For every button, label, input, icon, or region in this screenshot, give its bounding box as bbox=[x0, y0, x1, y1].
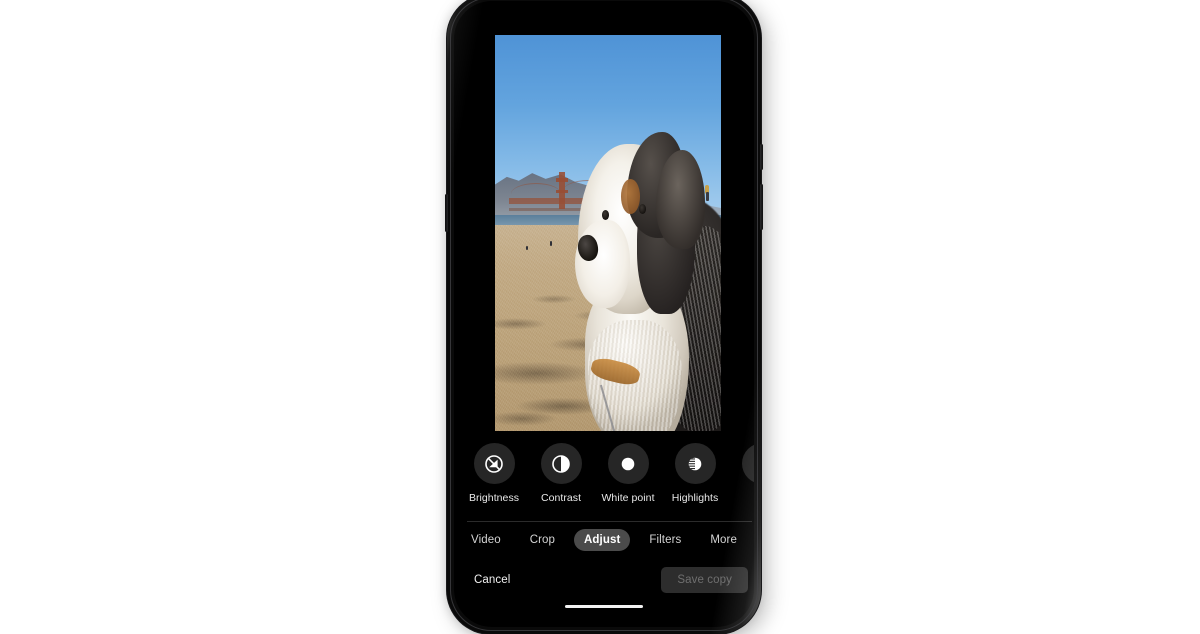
dog-eye bbox=[601, 209, 610, 220]
dog-eye bbox=[638, 203, 646, 214]
tool-highlights[interactable]: Highlights bbox=[669, 443, 721, 504]
brightness-icon bbox=[485, 454, 503, 473]
tab-divider bbox=[467, 521, 752, 522]
tool-highlights-button[interactable] bbox=[674, 443, 716, 484]
dog-tan-marking bbox=[620, 178, 641, 215]
dog-ear bbox=[656, 149, 706, 250]
tool-shadows-button[interactable] bbox=[741, 443, 754, 484]
power-button[interactable] bbox=[445, 194, 448, 232]
volume-down-button[interactable] bbox=[760, 184, 763, 230]
page-background: 0:00 1:00 bbox=[0, 0, 1200, 634]
tool-shadows[interactable]: S bbox=[736, 443, 754, 504]
dog-subject bbox=[572, 132, 721, 431]
tool-contrast[interactable]: Contrast bbox=[535, 443, 587, 504]
tab-video[interactable]: Video bbox=[461, 529, 511, 551]
bridge-tower bbox=[556, 171, 569, 210]
shadows-icon bbox=[752, 454, 754, 474]
tool-white-point-label: White point bbox=[601, 492, 655, 504]
background-person bbox=[525, 245, 528, 250]
video-frame-image bbox=[495, 35, 721, 431]
phone-device: 0:00 1:00 bbox=[445, 0, 763, 634]
editor-mode-tabs[interactable]: Video Crop Adjust Filters More bbox=[461, 529, 747, 551]
highlights-icon bbox=[688, 457, 702, 470]
contrast-icon bbox=[552, 454, 570, 473]
editor-action-bar: Cancel Save copy bbox=[468, 567, 748, 593]
tab-crop[interactable]: Crop bbox=[520, 529, 565, 551]
save-copy-button[interactable]: Save copy bbox=[661, 567, 748, 593]
dog-muzzle bbox=[575, 220, 631, 308]
tool-brightness-button[interactable] bbox=[473, 443, 515, 484]
tool-contrast-button[interactable] bbox=[540, 443, 582, 484]
tab-filters[interactable]: Filters bbox=[639, 529, 691, 551]
white-point-icon bbox=[621, 457, 635, 470]
tool-contrast-label: Contrast bbox=[540, 492, 582, 504]
tool-white-point-button[interactable] bbox=[607, 443, 649, 484]
tool-brightness[interactable]: Brightness bbox=[468, 443, 520, 504]
tab-more[interactable]: More bbox=[700, 529, 747, 551]
tab-adjust[interactable]: Adjust bbox=[574, 529, 631, 551]
tool-white-point[interactable]: White point bbox=[601, 443, 655, 504]
tool-highlights-label: Highlights bbox=[671, 492, 719, 504]
phone-screen: 0:00 1:00 bbox=[454, 1, 754, 627]
tool-brightness-label: Brightness bbox=[468, 492, 520, 504]
volume-up-button[interactable] bbox=[760, 144, 763, 170]
cancel-button[interactable]: Cancel bbox=[468, 569, 516, 591]
adjust-tool-row[interactable]: Brightness Contrast White point Highligh… bbox=[468, 443, 754, 504]
home-indicator[interactable] bbox=[565, 605, 643, 608]
video-preview[interactable]: 0:00 1:00 bbox=[495, 35, 721, 431]
